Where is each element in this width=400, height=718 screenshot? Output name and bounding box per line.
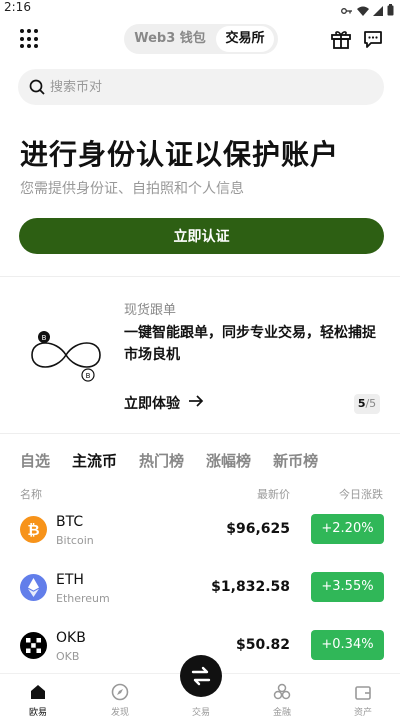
coin-name: OKB xyxy=(56,650,80,663)
home-icon xyxy=(28,682,48,702)
try-now-link[interactable]: 立即体验 xyxy=(124,393,204,413)
nav-finance[interactable]: 金融 xyxy=(252,682,312,718)
svg-text:B: B xyxy=(42,334,47,342)
top-bar: Web3 钱包 交易所 xyxy=(0,22,400,56)
promo-text: 一键智能跟单，同步专业交易，轻松捕捉市场良机 xyxy=(124,325,376,363)
nav-label: 欧易 xyxy=(28,708,47,718)
battery-icon xyxy=(387,1,394,20)
nav-assets[interactable]: 资产 xyxy=(333,682,393,718)
arrow-right-icon xyxy=(188,394,204,412)
nav-label: 资产 xyxy=(353,708,372,718)
kyc-title: 进行身份认证以保护账户 xyxy=(20,138,340,171)
market-row-btc[interactable]: ₿ BTC Bitcoin $96,625 +2.20% xyxy=(0,508,400,558)
try-now-label: 立即体验 xyxy=(124,396,180,412)
search-icon xyxy=(28,78,46,96)
nav-trade[interactable]: 交易 xyxy=(171,702,231,718)
eth-icon xyxy=(20,574,47,601)
mode-switch: Web3 钱包 交易所 xyxy=(124,24,278,54)
status-icons xyxy=(341,1,394,20)
okb-icon xyxy=(20,632,47,659)
discover-icon xyxy=(110,682,130,702)
promo-tag: 现货跟单 xyxy=(124,303,177,318)
coin-price: $96,625 xyxy=(226,521,290,537)
message-icon[interactable] xyxy=(362,28,384,50)
swap-arrows-icon xyxy=(180,666,222,701)
kyc-subtitle: 您需提供身份证、自拍照和个人信息 xyxy=(20,181,244,197)
tab-hot[interactable]: 热门榜 xyxy=(139,450,184,472)
coin-change-badge[interactable]: +3.55% xyxy=(311,572,384,602)
finance-icon xyxy=(272,682,292,702)
nav-label: 发现 xyxy=(110,708,129,718)
btc-icon: ₿ xyxy=(20,516,47,543)
market-tabs: 自选 主流币 热门榜 涨幅榜 新币榜 xyxy=(20,450,340,472)
coin-change-badge[interactable]: +0.34% xyxy=(311,630,384,660)
verify-now-button[interactable]: 立即认证 xyxy=(19,218,384,254)
status-bar: 2:16 xyxy=(0,0,400,16)
svg-text:B: B xyxy=(86,372,91,380)
nav-okx[interactable]: 欧易 xyxy=(8,682,68,718)
trade-swap-button[interactable] xyxy=(180,655,222,697)
tab-gainers[interactable]: 涨幅榜 xyxy=(206,450,251,472)
apps-grid-icon[interactable] xyxy=(20,29,40,49)
nav-label: 金融 xyxy=(272,708,291,718)
nav-label: 交易 xyxy=(191,708,210,718)
wifi-icon xyxy=(357,1,369,20)
column-name[interactable]: 名称 xyxy=(20,486,42,502)
market-row-eth[interactable]: ETH Ethereum $1,832.58 +3.55% xyxy=(0,566,400,616)
copy-trading-infinity-icon: B B xyxy=(22,325,110,385)
coin-name: Ethereum xyxy=(56,592,110,605)
search-bar[interactable] xyxy=(18,69,384,105)
gift-icon[interactable] xyxy=(330,28,352,50)
coin-symbol: BTC xyxy=(56,514,84,530)
svg-text:₿: ₿ xyxy=(27,521,39,539)
carousel-page-indicator: 5/5 xyxy=(354,394,380,414)
coin-price: $50.82 xyxy=(235,637,290,653)
coin-change-badge[interactable]: +2.20% xyxy=(311,514,384,544)
search-input[interactable] xyxy=(50,69,370,105)
promo-card[interactable]: B B 现货跟单 一键智能跟单，同步专业交易，轻松捕捉市场良机 立即体验 5/5 xyxy=(0,277,400,433)
coin-price: $1,832.58 xyxy=(211,579,290,595)
status-time: 2:16 xyxy=(4,0,31,14)
column-change[interactable]: 今日涨跌 xyxy=(339,486,383,502)
market-table-header: 名称 最新价 今日涨跌 xyxy=(0,486,400,502)
tab-exchange[interactable]: 交易所 xyxy=(216,26,274,52)
vpn-key-icon xyxy=(341,1,353,20)
tab-mainstream[interactable]: 主流币 xyxy=(72,450,117,472)
signal-icon xyxy=(373,1,383,20)
tab-new-listings[interactable]: 新币榜 xyxy=(273,450,318,472)
wallet-icon xyxy=(353,682,373,702)
coin-name: Bitcoin xyxy=(56,534,94,547)
tab-favorites[interactable]: 自选 xyxy=(20,450,50,472)
coin-symbol: OKB xyxy=(56,630,86,646)
tab-web3-wallet[interactable]: Web3 钱包 xyxy=(128,26,212,52)
column-price[interactable]: 最新价 xyxy=(257,486,290,502)
divider xyxy=(0,433,400,434)
coin-symbol: ETH xyxy=(56,572,84,588)
nav-discover[interactable]: 发现 xyxy=(90,682,150,718)
